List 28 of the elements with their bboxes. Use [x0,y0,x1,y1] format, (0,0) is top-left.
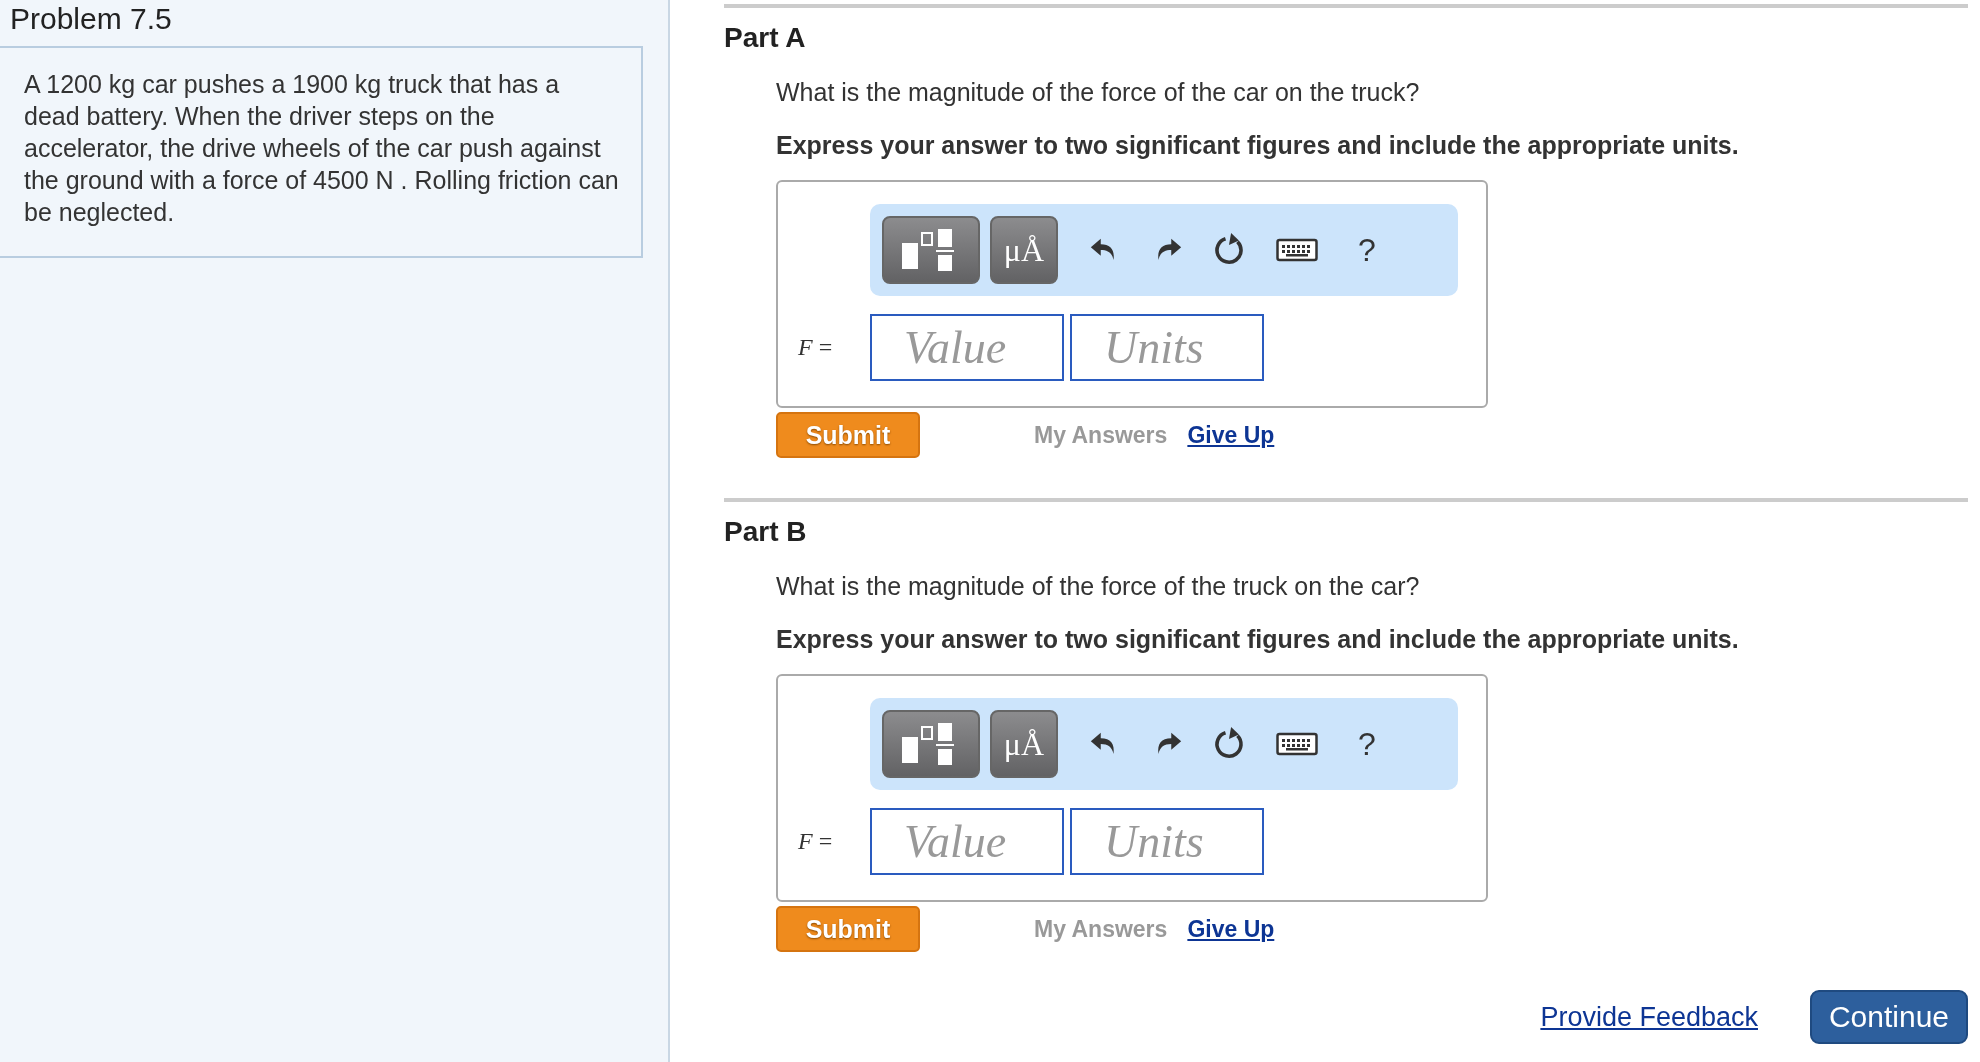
value-field[interactable]: Value [870,808,1064,875]
symbols-button[interactable]: μÅ [990,710,1058,778]
provide-feedback-link[interactable]: Provide Feedback [1540,1001,1758,1033]
part-heading: Part B [724,516,808,548]
help-button[interactable]: ? [1358,231,1376,269]
keyboard-icon[interactable] [1276,731,1318,757]
units-field[interactable]: Units [1070,808,1264,875]
give-up-link[interactable]: Give Up [1187,915,1275,943]
question-text: What is the magnitude of the force of the truck on the car? [776,572,1421,601]
continue-button[interactable]: Continue [1810,990,1968,1044]
problem-text: A 1200 kg car pushes a 1900 kg truck that has a dead battery. When the driver steps on the accelerator, the drive wheels of the car push against the ground with a force of 4500 N . Rolling friction can be neglected. [24,69,620,228]
value-field[interactable]: Value [870,314,1064,381]
templates-button[interactable] [882,216,980,284]
symbols-button[interactable]: μÅ [990,216,1058,284]
keyboard-icon[interactable] [1276,237,1318,263]
give-up-link[interactable]: Give Up [1187,421,1275,449]
instruction-text: Express your answer to two significant figures and include the appropriate units. [776,131,1740,160]
part-heading: Part A [724,22,807,54]
my-answers-label: My Answers [1034,915,1168,943]
variable-label: F = [798,334,834,361]
my-answers-label: My Answers [1034,421,1168,449]
question-text: What is the magnitude of the force of the car on the truck? [776,78,1421,107]
units-field[interactable]: Units [1070,314,1264,381]
problem-title: Problem 7.5 [9,1,173,37]
templates-button[interactable] [882,710,980,778]
variable-label: F = [798,828,834,855]
instruction-text: Express your answer to two significant figures and include the appropriate units. [776,625,1740,654]
help-button[interactable]: ? [1358,725,1376,763]
